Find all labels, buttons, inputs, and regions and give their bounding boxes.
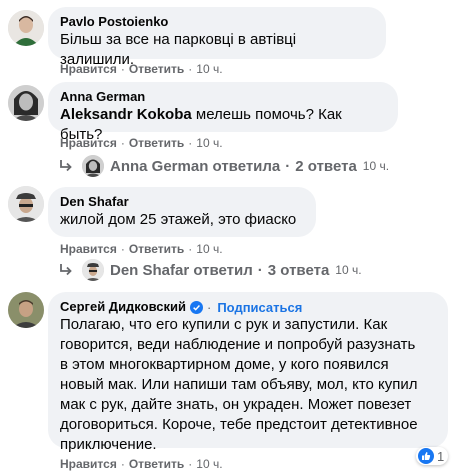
- comment-author-line: Сергей Дидковский · Подписаться: [60, 299, 303, 315]
- reply-button[interactable]: Ответить: [129, 136, 184, 150]
- comment-text: жилой дом 25 этажей, это фиаско: [60, 211, 297, 228]
- like-reaction-icon: [418, 448, 434, 464]
- like-button[interactable]: Нравится: [60, 242, 117, 256]
- comment-bubble: Pavlo Postoienko Більш за все на парковц…: [48, 7, 386, 68]
- avatar: [82, 155, 104, 177]
- comment-author[interactable]: Den Shafar: [60, 194, 304, 210]
- avatar: [82, 259, 104, 281]
- reply-button[interactable]: Ответить: [129, 457, 184, 471]
- comments-feed: Pavlo Postoienko Більш за все на парковц…: [0, 0, 456, 472]
- reaction-summary[interactable]: 1: [416, 447, 449, 465]
- reply-arrow-icon: [60, 160, 72, 172]
- subscribe-button[interactable]: Подписаться: [217, 300, 302, 315]
- comment-bubble: Сергей Дидковский · Подписаться Полагаю,…: [48, 292, 448, 453]
- view-replies[interactable]: Den Shafar ответил · 3 ответа 10 ч.: [58, 259, 362, 281]
- reply-time: 10 ч.: [362, 159, 390, 173]
- comment-author[interactable]: Pavlo Postoienko: [60, 14, 374, 30]
- comment-time[interactable]: 10 ч.: [196, 136, 222, 150]
- avatar[interactable]: [8, 10, 44, 46]
- replies-link[interactable]: Anna German ответила · 2 ответа: [110, 158, 357, 175]
- reply-arrow-icon: [60, 264, 72, 276]
- replies-link[interactable]: Den Shafar ответил · 3 ответа: [110, 262, 329, 279]
- comment-actions: Нравится · Ответить · 10 ч.: [60, 457, 223, 471]
- comment-bubble: Anna German Aleksandr Kokoba мелешь помо…: [48, 82, 398, 143]
- verified-badge-icon: [189, 300, 203, 314]
- like-button[interactable]: Нравится: [60, 457, 117, 471]
- reaction-count: 1: [437, 448, 445, 464]
- like-button[interactable]: Нравится: [60, 136, 117, 150]
- like-button[interactable]: Нравится: [60, 62, 117, 76]
- comment-author[interactable]: Сергей Дидковский: [60, 299, 186, 315]
- reply-time: 10 ч.: [335, 263, 362, 277]
- mention-link[interactable]: Aleksandr Kokoba: [60, 106, 192, 123]
- avatar[interactable]: [8, 292, 44, 328]
- comment-text: Полагаю, что его купили с рук и запустил…: [60, 316, 418, 453]
- comment-time[interactable]: 10 ч.: [196, 62, 222, 76]
- reply-button[interactable]: Ответить: [129, 242, 184, 256]
- view-replies[interactable]: Anna German ответила · 2 ответа 10 ч.: [58, 155, 389, 177]
- comment-author[interactable]: Anna German: [60, 89, 386, 105]
- avatar[interactable]: [8, 186, 44, 222]
- comment-time[interactable]: 10 ч.: [196, 457, 222, 471]
- reply-button[interactable]: Ответить: [129, 62, 184, 76]
- comment-bubble: Den Shafar жилой дом 25 этажей, это фиас…: [48, 187, 316, 237]
- comment-actions: Нравится · Ответить · 10 ч.: [60, 242, 223, 256]
- avatar[interactable]: [8, 85, 44, 121]
- comment-time[interactable]: 10 ч.: [196, 242, 222, 256]
- comment-actions: Нравится · Ответить · 10 ч.: [60, 136, 223, 150]
- comment-actions: Нравится · Ответить · 10 ч.: [60, 62, 223, 76]
